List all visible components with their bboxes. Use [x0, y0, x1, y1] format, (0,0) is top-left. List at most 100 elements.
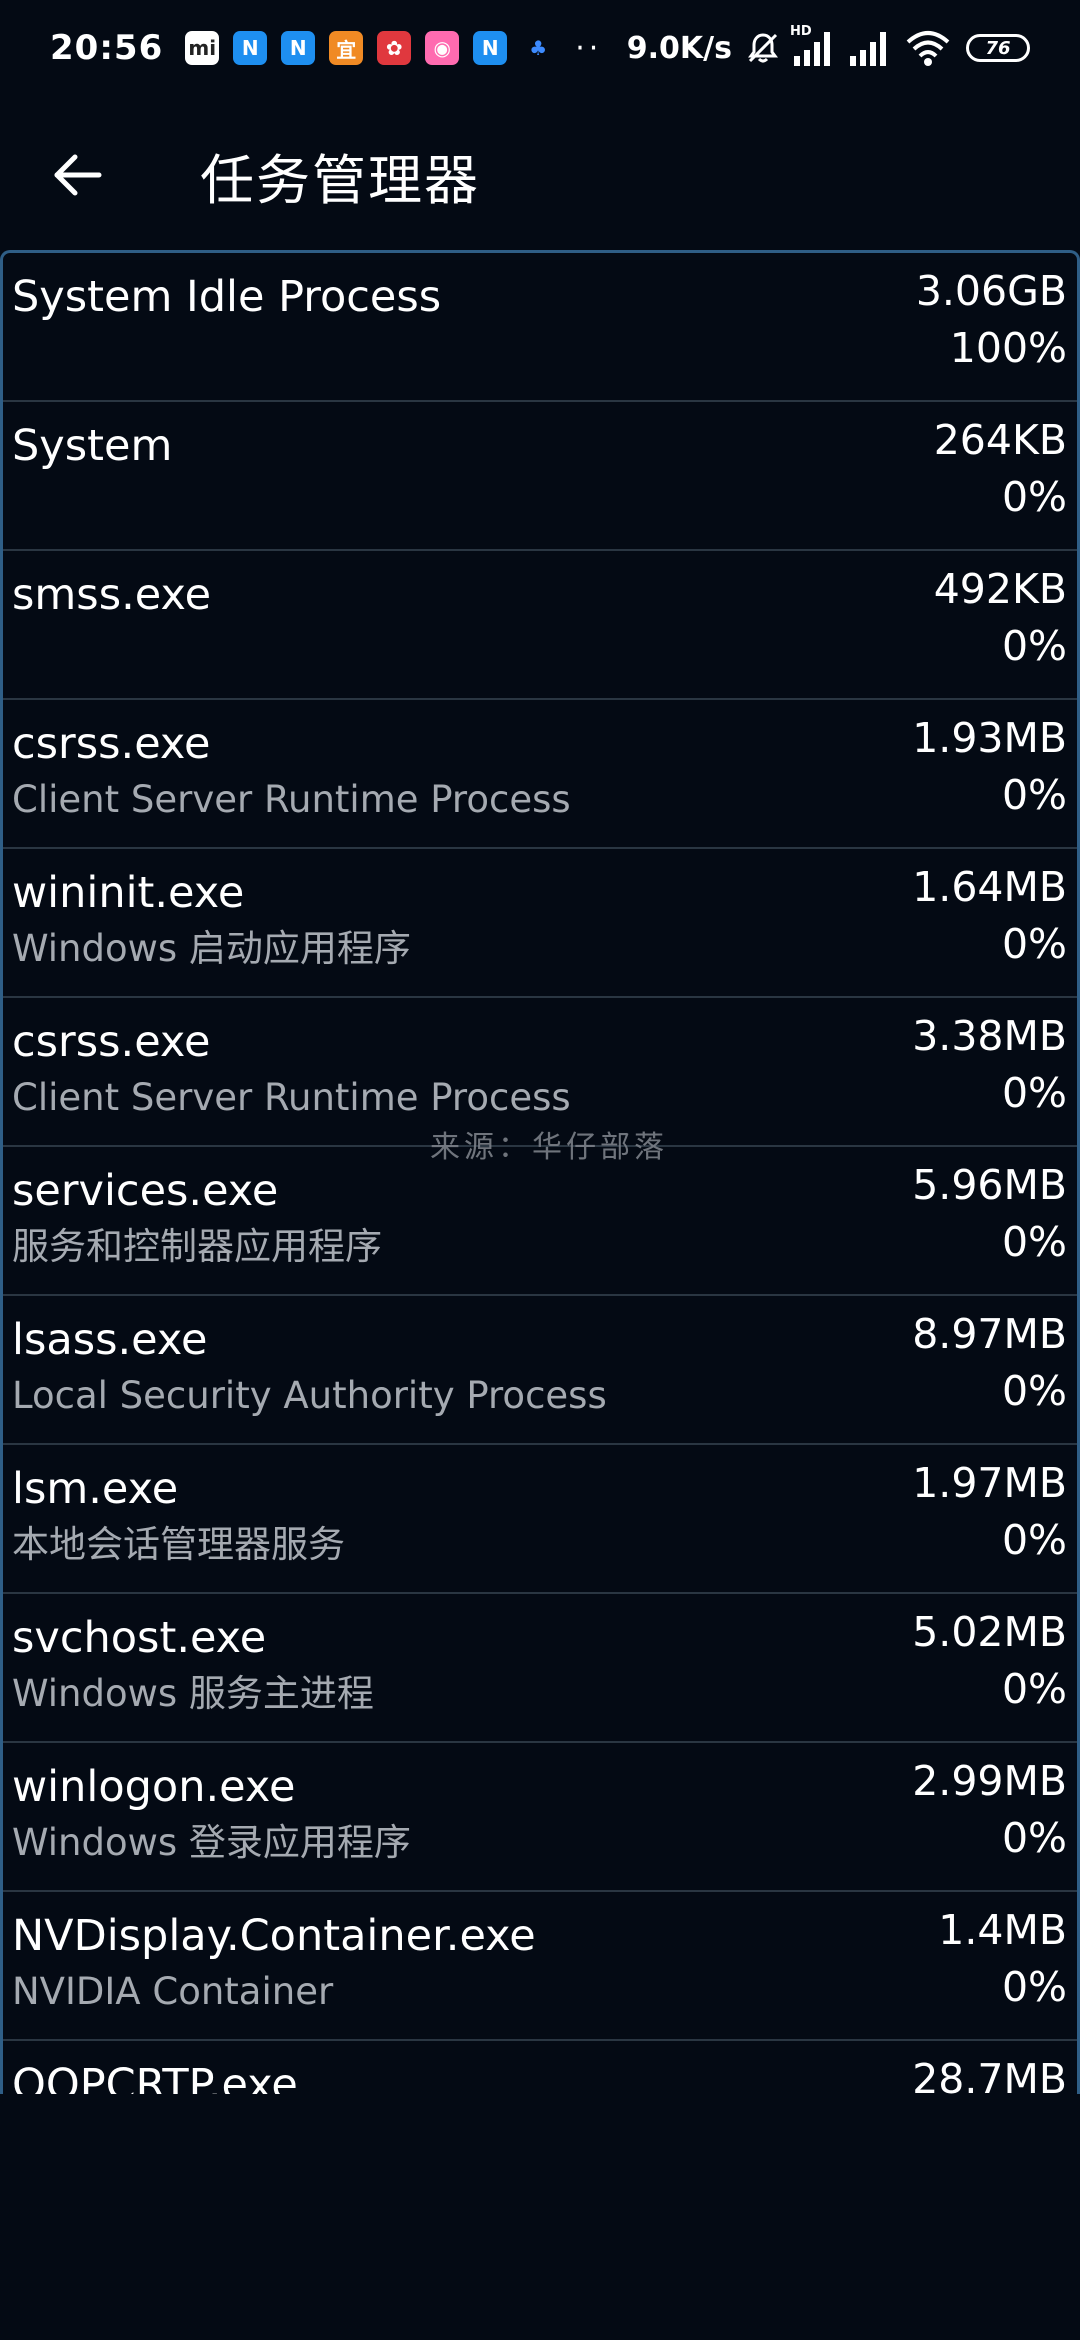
process-row[interactable]: lsass.exe Local Security Authority Proces…	[3, 1296, 1077, 1445]
hd-signal: HD	[790, 24, 838, 68]
process-memory: 5.02MB	[912, 1608, 1067, 1656]
process-row[interactable]: svchost.exe Windows 服务主进程 5.02MB 0%	[3, 1594, 1077, 1743]
process-name: wininit.exe	[12, 868, 245, 918]
process-row[interactable]: winlogon.exe Windows 登录应用程序 2.99MB 0%	[3, 1743, 1077, 1892]
battery-icon: 76	[966, 34, 1030, 62]
process-list[interactable]: System Idle Process 3.06GB 100% System 264KB…	[0, 250, 1080, 2094]
mute-bell-icon	[748, 33, 778, 63]
process-name: QQPCRTP.exe	[12, 2060, 298, 2094]
process-info: services.exe 服务和控制器应用程序	[12, 1147, 382, 1294]
process-description: Local Security Authority Process	[12, 1374, 607, 1417]
process-name: smss.exe	[12, 570, 212, 620]
process-info: wininit.exe Windows 启动应用程序	[12, 849, 411, 996]
status-bar: 20:56 mi N N 宜 ✿ ◉ N ♣ ·· 9.0K/s HD 76	[0, 0, 1080, 96]
process-cpu: 0%	[1001, 1516, 1067, 1564]
process-stats: 264KB 0%	[934, 402, 1067, 549]
process-stats: 5.02MB 0%	[912, 1594, 1067, 1741]
process-stats: 5.96MB 0%	[912, 1147, 1067, 1294]
process-stats: 1.93MB 0%	[912, 700, 1067, 847]
process-cpu: 0%	[1001, 1814, 1067, 1862]
battery-level: 76	[985, 37, 1011, 59]
process-cpu: 0%	[1001, 920, 1067, 968]
process-stats: 2.99MB 0%	[912, 1743, 1067, 1890]
process-row[interactable]: NVDisplay.Container.exe NVIDIA Container 1…	[3, 1892, 1077, 2041]
process-name: svchost.exe	[12, 1613, 267, 1663]
process-stats: 1.97MB 0%	[912, 1445, 1067, 1592]
process-name: System Idle Process	[12, 272, 442, 322]
process-info: lsm.exe 本地会话管理器服务	[12, 1445, 345, 1592]
process-stats: 1.64MB 0%	[912, 849, 1067, 996]
process-info: csrss.exe Client Server Runtime Process	[12, 700, 571, 847]
more-notifications-indicator: ··	[575, 30, 603, 66]
process-info: lsass.exe Local Security Authority Proces…	[12, 1296, 607, 1443]
process-description: Windows 启动应用程序	[12, 927, 411, 970]
process-memory: 492KB	[933, 565, 1067, 613]
process-description: Windows 登录应用程序	[12, 1821, 411, 1864]
process-info: winlogon.exe Windows 登录应用程序	[12, 1743, 411, 1890]
process-cpu: 0%	[1001, 1963, 1067, 2011]
page-title: 任务管理器	[200, 148, 480, 212]
process-description: NVIDIA Container	[12, 1970, 334, 2013]
process-description: Client Server Runtime Process	[12, 778, 571, 821]
process-description: 本地会话管理器服务	[12, 1523, 345, 1566]
process-row[interactable]: System 264KB 0%	[3, 402, 1077, 551]
process-cpu: 100%	[949, 324, 1067, 372]
process-info: smss.exe	[12, 551, 211, 698]
process-name: lsass.exe	[12, 1315, 208, 1365]
process-description: Client Server Runtime Process	[12, 1076, 571, 1119]
process-row[interactable]: csrss.exe Client Server Runtime Process 1.…	[3, 700, 1077, 849]
process-row[interactable]: smss.exe 492KB 0%	[3, 551, 1077, 700]
process-cpu: 0%	[1001, 473, 1067, 521]
process-stats: 1.4MB 0%	[938, 1892, 1067, 2039]
app-bar: 任务管理器	[0, 100, 1080, 250]
back-arrow-icon	[54, 154, 102, 196]
process-info: System Idle Process	[12, 253, 441, 400]
process-row[interactable]: lsm.exe 本地会话管理器服务 1.97MB 0%	[3, 1445, 1077, 1594]
game-app-icon: ◉	[425, 31, 460, 65]
signal-strength-icon	[850, 32, 886, 66]
n-app-icon: N	[473, 31, 508, 65]
watermark: 来源：华仔部落	[430, 1130, 668, 1165]
process-memory: 8.97MB	[912, 1310, 1067, 1358]
process-name: csrss.exe	[12, 719, 211, 769]
process-row[interactable]: services.exe 服务和控制器应用程序 5.96MB 0%	[3, 1147, 1077, 1296]
process-info: System	[12, 402, 172, 549]
process-info: svchost.exe Windows 服务主进程	[12, 1594, 374, 1741]
status-right: 9.0K/s HD 76	[626, 24, 1030, 68]
process-stats: 28.7MB	[912, 2041, 1067, 2094]
process-info: NVDisplay.Container.exe NVIDIA Container	[12, 1892, 536, 2039]
process-name: NVDisplay.Container.exe	[12, 1911, 536, 1961]
process-stats: 492KB 0%	[934, 551, 1067, 698]
process-cpu: 0%	[1001, 1665, 1067, 1713]
process-memory: 3.06GB	[915, 267, 1067, 315]
n-app-icon: N	[233, 31, 268, 65]
process-cpu: 0%	[1001, 771, 1067, 819]
network-speed: 9.0K/s	[626, 30, 732, 66]
process-name: System	[12, 421, 173, 471]
process-stats: 3.06GB 100%	[916, 253, 1067, 400]
process-stats: 8.97MB 0%	[912, 1296, 1067, 1443]
process-description: Windows 服务主进程	[12, 1672, 374, 1715]
signal-strength-icon	[794, 32, 830, 66]
process-memory: 1.93MB	[912, 714, 1067, 762]
process-memory: 1.64MB	[912, 863, 1067, 911]
process-name: lsm.exe	[12, 1464, 179, 1514]
process-memory: 1.4MB	[938, 1906, 1067, 1954]
process-memory: 2.99MB	[912, 1757, 1067, 1805]
process-cpu: 0%	[1001, 1218, 1067, 1266]
process-memory: 28.7MB	[912, 2055, 1067, 2094]
process-row[interactable]: System Idle Process 3.06GB 100%	[3, 253, 1077, 402]
process-name: services.exe	[12, 1166, 279, 1216]
notification-icons: mi N N 宜 ✿ ◉ N ♣	[185, 31, 556, 65]
process-cpu: 0%	[1001, 1069, 1067, 1117]
back-button[interactable]	[38, 135, 118, 215]
status-time: 20:56	[50, 28, 164, 68]
process-info: QQPCRTP.exe	[12, 2041, 298, 2094]
process-description: 服务和控制器应用程序	[12, 1225, 382, 1268]
qq-icon: ♣	[521, 31, 556, 65]
process-cpu: 0%	[1001, 622, 1067, 670]
process-row[interactable]: QQPCRTP.exe 28.7MB	[3, 2041, 1077, 2094]
process-row[interactable]: wininit.exe Windows 启动应用程序 1.64MB 0%	[3, 849, 1077, 998]
yi-app-icon: 宜	[329, 31, 364, 65]
process-cpu: 0%	[1001, 1367, 1067, 1415]
